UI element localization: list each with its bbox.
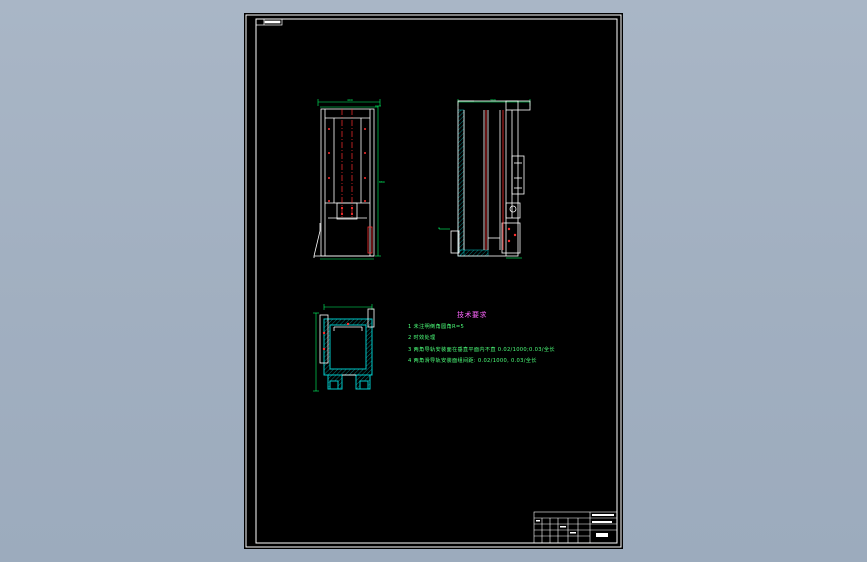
- tech-requirement-4: 4 两角滑导轨安装面组间距: 0.02/1000, 0.03/全长: [408, 358, 537, 364]
- front-centerlines: [341, 109, 353, 218]
- outer-border: [245, 14, 622, 548]
- top-left-label-block: [255, 18, 283, 26]
- technical-requirements-title: 技术要求: [457, 311, 487, 319]
- cad-drawing: 400 880 300 A: [245, 14, 622, 548]
- side-centerlines: [485, 110, 504, 250]
- svg-text:880: 880: [379, 180, 385, 184]
- drawing-sheet: 400 880 300 A 技术要求 1 未注明倒角圆角R=5 2 时效处理 3…: [244, 13, 623, 549]
- side-hatch: [457, 109, 489, 257]
- tech-requirement-1: 1 未注明倒角圆角R=5: [408, 324, 465, 330]
- tech-requirement-3: 3 两角导轨安装面在垂直平面内不直 0.02/1000;0.03/全长: [408, 347, 555, 353]
- title-block: [533, 511, 618, 544]
- section-view: [313, 304, 375, 392]
- tech-requirement-2: 2 时效处理: [408, 335, 436, 341]
- inner-border: [255, 18, 618, 544]
- svg-text:A: A: [438, 226, 441, 230]
- side-view: 300 A: [438, 98, 531, 259]
- front-view: 400 880: [313, 98, 385, 260]
- front-view-dimensions: 400 880: [317, 98, 385, 257]
- svg-text:400: 400: [347, 98, 353, 102]
